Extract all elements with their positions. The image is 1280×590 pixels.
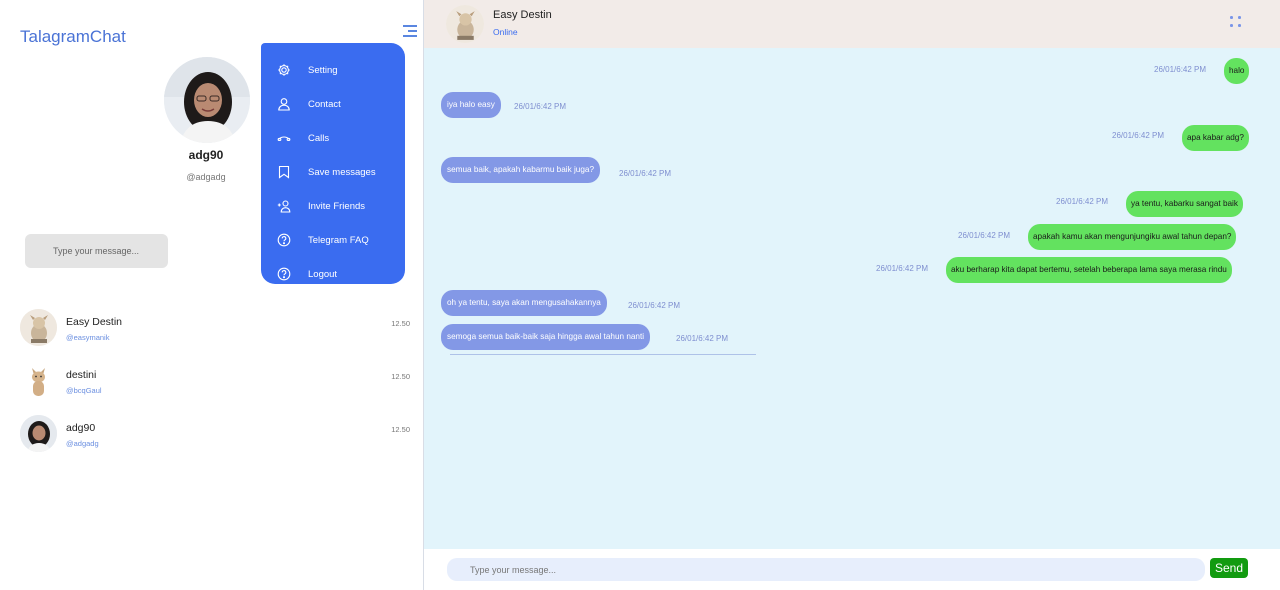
bookmark-icon bbox=[277, 165, 291, 179]
profile-avatar[interactable] bbox=[164, 57, 250, 143]
more-options-icon[interactable] bbox=[1230, 16, 1242, 28]
contact-name: destini bbox=[66, 369, 97, 381]
menu-item-label: Invite Friends bbox=[308, 200, 366, 212]
menu-item-logout[interactable]: Logout bbox=[261, 257, 405, 291]
contact-avatar bbox=[20, 362, 57, 399]
profile-name: adg90 bbox=[188, 148, 224, 162]
menu-item-label: Setting bbox=[308, 64, 338, 76]
menu-item-label: Logout bbox=[308, 268, 338, 280]
message-bubble-outgoing: apa kabar adg? bbox=[1182, 125, 1249, 151]
contact-item-adg90[interactable]: adg90 @adgadg 12.50 bbox=[20, 415, 412, 455]
help-icon bbox=[277, 233, 291, 247]
chat-panel: Easy Destin Online 26/01/6:42 PM halo iy… bbox=[424, 0, 1280, 590]
contact-handle: @bcqGaul bbox=[66, 386, 102, 395]
user-icon bbox=[277, 97, 291, 111]
send-button[interactable]: Send bbox=[1210, 558, 1248, 578]
message-bubble-incoming: iya halo easy bbox=[441, 92, 501, 118]
chat-header: Easy Destin Online bbox=[424, 0, 1280, 48]
contact-item-destini[interactable]: destini @bcqGaul 12.50 bbox=[20, 362, 412, 402]
profile-handle: @adgadg bbox=[186, 172, 226, 182]
message-time: 26/01/6:42 PM bbox=[1112, 131, 1165, 140]
message-bubble-outgoing: aku berharap kita dapat bertemu, setelah… bbox=[946, 257, 1232, 283]
menu-item-setting[interactable]: Setting bbox=[261, 53, 405, 87]
message-time: 26/01/6:42 PM bbox=[676, 334, 729, 343]
menu-toggle-icon[interactable] bbox=[403, 25, 417, 37]
contact-time: 12.50 bbox=[391, 425, 410, 434]
contact-handle: @adgadg bbox=[66, 439, 99, 448]
chat-contact-name: Easy Destin bbox=[493, 9, 552, 21]
logout-icon bbox=[277, 267, 291, 281]
scroll-indicator[interactable] bbox=[450, 354, 756, 355]
contact-time: 12.50 bbox=[391, 372, 410, 381]
add-user-icon bbox=[277, 199, 291, 213]
menu-item-save-messages[interactable]: Save messages bbox=[261, 155, 405, 189]
message-bubble-incoming: semoga semua baik-baik saja hingga awal … bbox=[441, 324, 651, 350]
sidebar-menu: Setting Contact Calls Save messages Invi… bbox=[261, 43, 405, 284]
chat-contact-avatar[interactable] bbox=[446, 5, 484, 43]
contact-avatar bbox=[20, 309, 57, 346]
message-time: 26/01/6:42 PM bbox=[628, 301, 681, 310]
menu-item-label: Calls bbox=[308, 132, 330, 144]
message-bubble-outgoing: halo bbox=[1224, 58, 1250, 84]
menu-item-contact[interactable]: Contact bbox=[261, 87, 405, 121]
menu-item-label: Save messages bbox=[308, 166, 376, 178]
sidebar-search-input[interactable] bbox=[25, 234, 168, 268]
app-root: TalagramChat adg90 @adgadg Se bbox=[0, 0, 1280, 590]
sidebar: TalagramChat adg90 @adgadg Se bbox=[0, 0, 424, 590]
message-bubble-outgoing: apakah kamu akan mengunjungiku awal tahu… bbox=[1028, 224, 1237, 250]
message-composer: Send bbox=[424, 549, 1280, 590]
message-bubble-outgoing: ya tentu, kabarku sangat baik bbox=[1126, 191, 1243, 217]
message-time: 26/01/6:42 PM bbox=[619, 169, 672, 178]
contact-name: adg90 bbox=[66, 422, 96, 434]
menu-item-invite-friends[interactable]: Invite Friends bbox=[261, 189, 405, 223]
message-list: 26/01/6:42 PM halo iya halo easy 26/01/6… bbox=[424, 48, 1280, 549]
contact-handle: @easymanik bbox=[66, 333, 110, 342]
contact-time: 12.50 bbox=[391, 319, 410, 328]
contact-name: Easy Destin bbox=[66, 316, 123, 328]
message-time: 26/01/6:42 PM bbox=[876, 264, 929, 273]
gear-icon bbox=[277, 63, 291, 77]
message-time: 26/01/6:42 PM bbox=[1154, 65, 1207, 74]
menu-item-label: Telegram FAQ bbox=[308, 234, 369, 246]
message-bubble-incoming: oh ya tentu, saya akan mengusahakannya bbox=[441, 290, 607, 316]
menu-item-telegram-faq[interactable]: Telegram FAQ bbox=[261, 223, 405, 257]
menu-item-calls[interactable]: Calls bbox=[261, 121, 405, 155]
contact-item-easy-destin[interactable]: Easy Destin @easymanik 12.50 bbox=[20, 309, 412, 349]
message-bubble-incoming: semua baik, apakah kabarmu baik juga? bbox=[441, 157, 601, 183]
contact-avatar bbox=[20, 415, 57, 452]
message-time: 26/01/6:42 PM bbox=[958, 231, 1011, 240]
app-brand: TalagramChat bbox=[20, 27, 126, 46]
menu-item-label: Contact bbox=[308, 98, 341, 110]
chat-contact-status: Online bbox=[493, 27, 518, 37]
message-time: 26/01/6:42 PM bbox=[514, 102, 567, 111]
phone-icon bbox=[277, 131, 291, 145]
message-input[interactable] bbox=[447, 558, 1205, 581]
message-time: 26/01/6:42 PM bbox=[1056, 197, 1109, 206]
